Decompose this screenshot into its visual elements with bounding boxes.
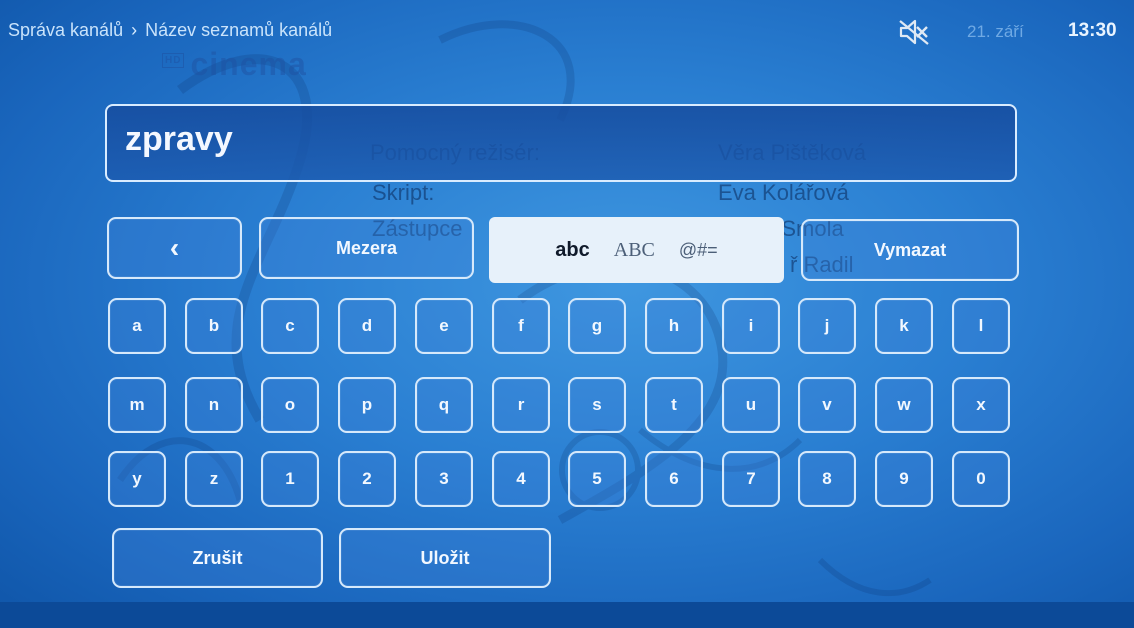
- key-n[interactable]: n: [185, 377, 243, 433]
- clock-display: 13:30: [1068, 20, 1117, 41]
- keyboard-mode-switch[interactable]: abc ABC @#=: [489, 217, 784, 283]
- key-d[interactable]: d: [338, 298, 396, 354]
- key-9[interactable]: 9: [875, 451, 933, 507]
- bottom-edge: [0, 602, 1134, 628]
- key-h[interactable]: h: [645, 298, 703, 354]
- key-k[interactable]: k: [875, 298, 933, 354]
- key-u[interactable]: u: [722, 377, 780, 433]
- input-value: zpravy: [125, 120, 233, 158]
- save-button[interactable]: Uložit: [339, 528, 551, 588]
- key-0[interactable]: 0: [952, 451, 1010, 507]
- top-bar: Správa kanálů › Název seznamů kanálů 21. z…: [0, 0, 1134, 64]
- key-8[interactable]: 8: [798, 451, 856, 507]
- key-y[interactable]: y: [108, 451, 166, 507]
- key-o[interactable]: o: [261, 377, 319, 433]
- breadcrumb-item[interactable]: Správa kanálů: [8, 20, 123, 40]
- key-l[interactable]: l: [952, 298, 1010, 354]
- key-j[interactable]: j: [798, 298, 856, 354]
- key-p[interactable]: p: [338, 377, 396, 433]
- key-s[interactable]: s: [568, 377, 626, 433]
- date-display: 21. září: [967, 22, 1024, 41]
- key-7[interactable]: 7: [722, 451, 780, 507]
- key-3[interactable]: 3: [415, 451, 473, 507]
- key-6[interactable]: 6: [645, 451, 703, 507]
- channel-list-name-input[interactable]: zpravy: [105, 104, 1017, 182]
- space-button[interactable]: Mezera: [259, 217, 474, 279]
- key-2[interactable]: 2: [338, 451, 396, 507]
- back-button[interactable]: ‹: [107, 217, 242, 279]
- breadcrumb: Správa kanálů › Název seznamů kanálů: [8, 20, 332, 41]
- breadcrumb-item-current: Název seznamů kanálů: [145, 20, 333, 40]
- key-r[interactable]: r: [492, 377, 550, 433]
- key-b[interactable]: b: [185, 298, 243, 354]
- background-credit-name: Eva Kolářová: [718, 180, 849, 205]
- key-e[interactable]: e: [415, 298, 473, 354]
- key-x[interactable]: x: [952, 377, 1010, 433]
- key-v[interactable]: v: [798, 377, 856, 433]
- key-c[interactable]: c: [261, 298, 319, 354]
- key-q[interactable]: q: [415, 377, 473, 433]
- key-g[interactable]: g: [568, 298, 626, 354]
- key-i[interactable]: i: [722, 298, 780, 354]
- mode-lowercase[interactable]: abc: [555, 239, 589, 262]
- mode-symbols[interactable]: @#=: [679, 240, 718, 261]
- mode-uppercase[interactable]: ABC: [614, 239, 655, 262]
- key-w[interactable]: w: [875, 377, 933, 433]
- chevron-left-icon: ‹: [169, 232, 180, 263]
- breadcrumb-separator: ›: [131, 20, 138, 40]
- key-z[interactable]: z: [185, 451, 243, 507]
- background-credit-label: Skript:: [372, 180, 435, 205]
- key-4[interactable]: 4: [492, 451, 550, 507]
- key-5[interactable]: 5: [568, 451, 626, 507]
- key-m[interactable]: m: [108, 377, 166, 433]
- key-a[interactable]: a: [108, 298, 166, 354]
- key-f[interactable]: f: [492, 298, 550, 354]
- cancel-button[interactable]: Zrušit: [112, 528, 323, 588]
- screen: HDcinema Pomocný režisér: Věra Pištěková…: [0, 0, 1134, 628]
- mute-icon: [899, 19, 929, 45]
- key-t[interactable]: t: [645, 377, 703, 433]
- delete-button[interactable]: Vymazat: [801, 219, 1019, 281]
- key-1[interactable]: 1: [261, 451, 319, 507]
